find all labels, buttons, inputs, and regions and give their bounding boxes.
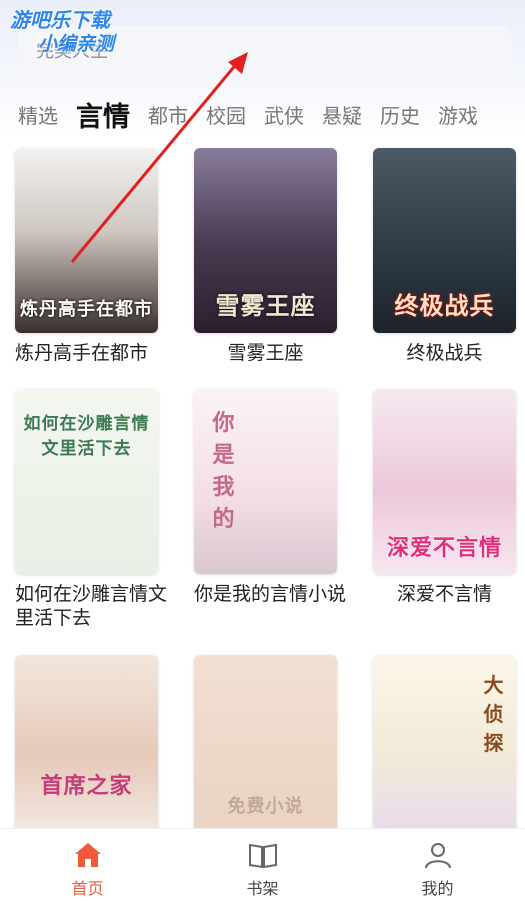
annotation-arrow: [70, 52, 248, 263]
